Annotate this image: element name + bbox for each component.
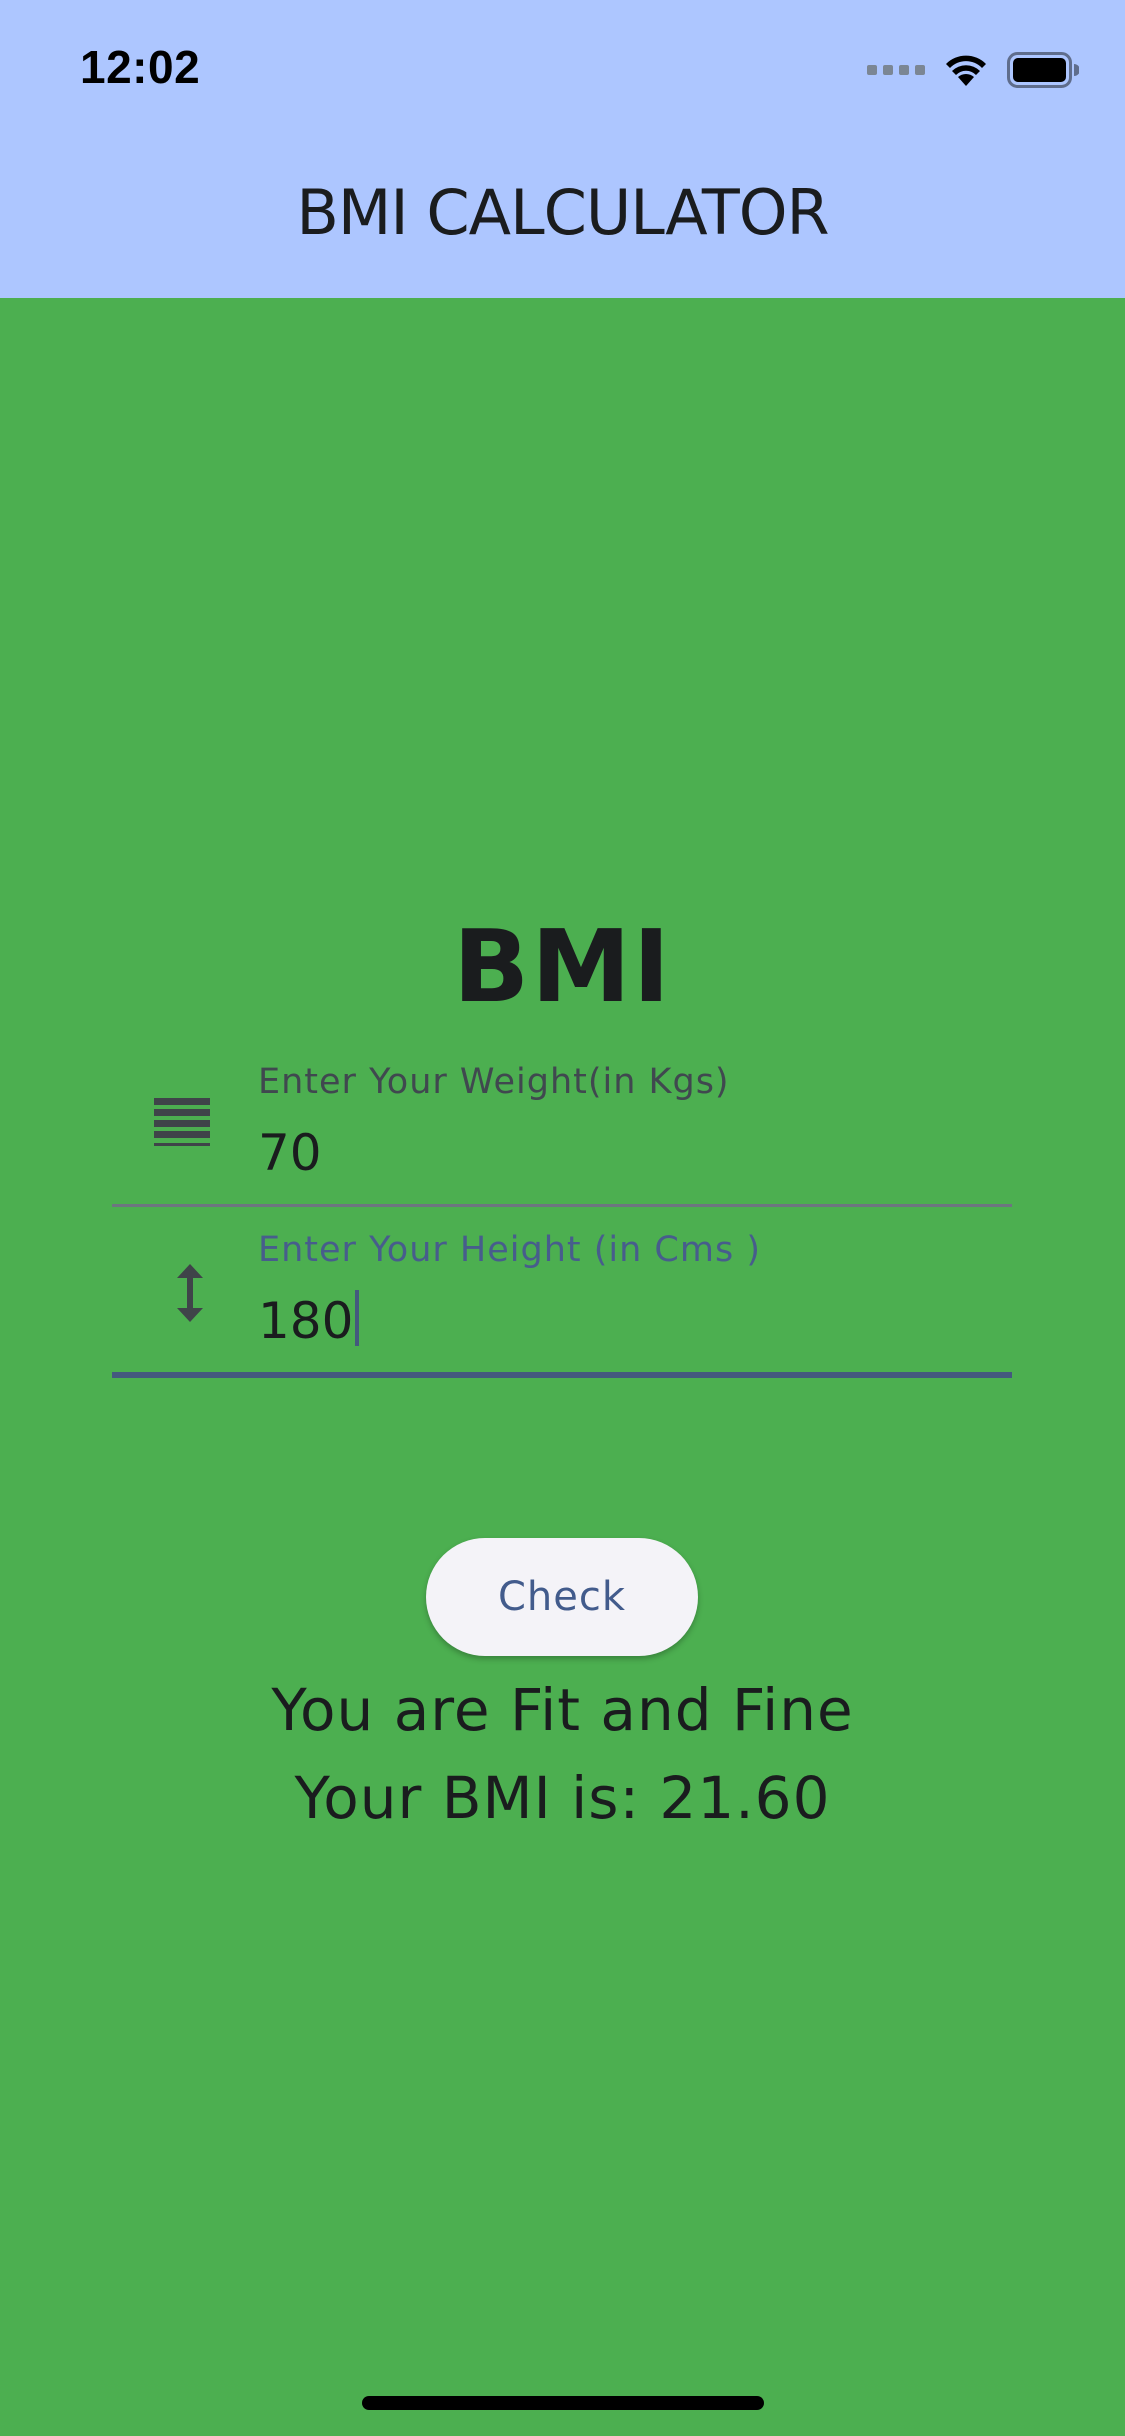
check-button[interactable]: Check	[426, 1538, 698, 1656]
text-cursor	[355, 1290, 360, 1346]
lines-icon	[154, 1098, 210, 1146]
height-field-underline	[112, 1372, 1012, 1378]
height-input[interactable]: 180	[258, 1290, 360, 1350]
weight-field[interactable]: Enter Your Weight(in Kgs) 70	[112, 1050, 1012, 1210]
app-bar: 12:02 BMI CALCULATOR	[0, 0, 1125, 298]
height-input-value: 180	[258, 1292, 354, 1350]
wifi-icon	[946, 55, 986, 86]
app-title: BMI CALCULATOR	[296, 176, 829, 249]
height-field[interactable]: Enter Your Height (in Cms ) 180	[112, 1220, 1012, 1380]
home-indicator[interactable]	[362, 2396, 764, 2410]
status-time: 12:02	[80, 41, 201, 93]
status-icons	[867, 52, 1079, 88]
weight-field-label: Enter Your Weight(in Kgs)	[258, 1062, 730, 1102]
weight-input[interactable]: 70	[258, 1124, 322, 1182]
page-heading: BMI	[453, 908, 672, 1025]
height-field-label: Enter Your Height (in Cms )	[258, 1230, 761, 1270]
battery-icon	[1007, 52, 1079, 88]
result-status: You are Fit and Fine	[271, 1676, 854, 1744]
result-bmi: Your BMI is: 21.60	[294, 1764, 831, 1832]
vertical-arrows-icon	[177, 1264, 203, 1322]
cellular-signal-icon	[867, 65, 925, 75]
weight-field-underline	[112, 1204, 1012, 1207]
